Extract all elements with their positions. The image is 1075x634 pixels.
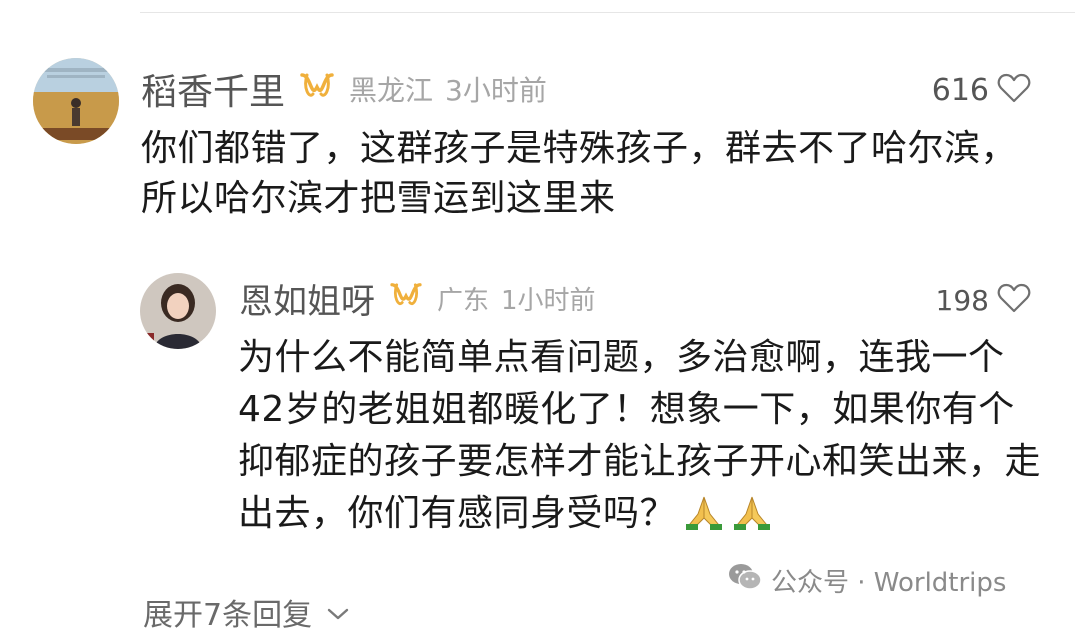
praying-hands-icon: [684, 493, 724, 545]
comment-text-body: 为什么不能简单点看问题，多治愈啊，连我一个42岁的老姐姐都暖化了！想象一下，如果…: [238, 337, 1042, 534]
username[interactable]: 恩如姐呀: [239, 274, 375, 323]
vip-badge-icon: [389, 282, 423, 314]
location: 黑龙江: [349, 74, 434, 107]
like-count: 616: [931, 72, 989, 108]
avatar[interactable]: [140, 273, 216, 349]
wechat-icon: [727, 562, 763, 599]
heart-icon[interactable]: [997, 73, 1031, 107]
vip-badge-icon: [299, 72, 335, 106]
comment-meta: 黑龙江 3小时前: [349, 69, 547, 109]
top-divider: [140, 12, 1075, 13]
comment-text: 你们都错了，这群孩子是特殊孩子，群去不了哈尔滨，所以哈尔滨才把雪运到这里来: [141, 128, 1018, 219]
praying-hands-icon: [732, 493, 772, 545]
comment-meta: 广东 1小时前: [437, 280, 596, 317]
chevron-down-icon: [326, 595, 350, 630]
expand-replies-button[interactable]: 展开7条回复: [143, 590, 350, 634]
timestamp: 1小时前: [501, 285, 596, 316]
comment-header: 恩如姐呀 广东 1小时前: [239, 274, 596, 323]
comment-text: 为什么不能简单点看问题，多治愈啊，连我一个42岁的老姐姐都暖化了！想象一下，如果…: [238, 332, 1048, 545]
location: 广东: [437, 285, 490, 316]
expand-replies-label: 展开7条回复: [143, 598, 313, 633]
like-button[interactable]: 616: [932, 70, 1031, 110]
watermark-text: 公众号 · Worldtrips: [771, 568, 1007, 598]
heart-icon[interactable]: [997, 283, 1031, 317]
username[interactable]: 稻香千里: [141, 63, 285, 115]
watermark: 公众号 · Worldtrips: [727, 562, 1006, 599]
comment-header: 稻香千里 黑龙江 3小时前: [141, 64, 547, 114]
avatar[interactable]: [33, 58, 119, 144]
timestamp: 3小时前: [445, 74, 547, 107]
like-count: 198: [935, 283, 989, 317]
like-button[interactable]: 198: [936, 280, 1031, 320]
